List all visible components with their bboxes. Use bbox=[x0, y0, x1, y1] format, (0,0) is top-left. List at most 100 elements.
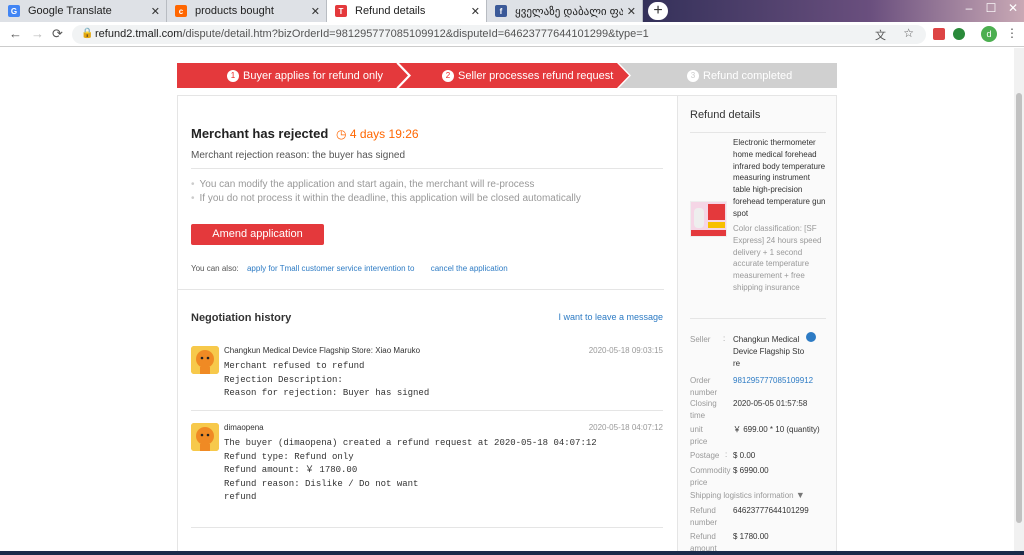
commodity-price-value: $ 6990.00 bbox=[733, 466, 769, 475]
history-entry: dimaopena 2020-05-18 04:07:12 The buyer … bbox=[191, 423, 663, 513]
avatar-eye bbox=[206, 356, 210, 360]
product-image-icon bbox=[691, 202, 726, 236]
message-line: The buyer (dimaopena) created a refund r… bbox=[224, 438, 597, 448]
tab-title: products bought bbox=[195, 5, 274, 17]
shipping-info-toggle[interactable]: Shipping logistics information ▼ bbox=[690, 490, 805, 500]
extension-icon[interactable] bbox=[953, 28, 965, 40]
negotiation-history-title: Negotiation history bbox=[191, 312, 292, 324]
customer-service-intervention-link[interactable]: apply for Tmall customer service interve… bbox=[247, 264, 414, 273]
unit-price-label: unit price bbox=[690, 425, 708, 446]
browser-tab-bar: G Google Translate ✕ c products bought ✕… bbox=[0, 0, 1024, 22]
order-number-value[interactable]: 981295777085109912 bbox=[733, 375, 823, 387]
step-label: Buyer applies for refund only bbox=[243, 69, 384, 82]
tip-text: If you do not process it within the dead… bbox=[199, 193, 581, 204]
history-message: The buyer (dimaopena) created a refund r… bbox=[224, 437, 597, 505]
page-scrollbar[interactable] bbox=[1014, 48, 1024, 555]
product-options: Color classification: [SF Express] 24 ho… bbox=[733, 224, 822, 292]
bullet-icon: • bbox=[191, 179, 195, 190]
url-text: refund2.tmall.com/dispute/detail.htm?biz… bbox=[95, 28, 649, 40]
postage-label: Postage bbox=[690, 451, 720, 460]
scrollbar-thumb[interactable] bbox=[1016, 93, 1022, 523]
also-label: You can also: bbox=[191, 264, 239, 273]
chat-bubble-icon[interactable] bbox=[806, 332, 816, 342]
close-tab-icon[interactable]: ✕ bbox=[151, 5, 160, 18]
seller-value[interactable]: Changkun Medical Device Flagship Sto re bbox=[733, 334, 808, 369]
profile-avatar[interactable]: d bbox=[981, 26, 997, 42]
tab-google-translate[interactable]: G Google Translate ✕ bbox=[0, 0, 167, 22]
thumbnail-footer bbox=[691, 230, 726, 236]
pdf-extension-icon[interactable] bbox=[933, 28, 945, 40]
message-line: refund bbox=[224, 492, 257, 502]
product-thumbnail[interactable] bbox=[690, 201, 727, 237]
shipping-info-label: Shipping logistics information bbox=[690, 491, 794, 500]
avatar-face bbox=[196, 427, 214, 445]
refund-progress-steps: 1 Buyer applies for refund only 2 Seller… bbox=[177, 63, 837, 88]
closing-time-label: Closing time bbox=[690, 399, 717, 420]
refund-number-value: 64623777644101299 bbox=[733, 506, 809, 515]
page-content: 1 Buyer applies for refund only 2 Seller… bbox=[0, 48, 1024, 555]
tab-title: Refund details bbox=[355, 5, 426, 17]
close-window-icon[interactable]: ✕ bbox=[1002, 0, 1024, 22]
tab-refund-details[interactable]: T Refund details ✕ bbox=[327, 0, 487, 22]
avatar-eye bbox=[200, 356, 204, 360]
product-name-link[interactable]: Electronic thermometer home medical fore… bbox=[733, 137, 826, 220]
new-tab-button[interactable]: + bbox=[648, 2, 668, 20]
thumbnail-product bbox=[694, 208, 704, 228]
close-tab-icon[interactable]: ✕ bbox=[311, 5, 320, 18]
tip-item: • If you do not process it within the dea… bbox=[191, 193, 581, 204]
tab-facebook[interactable]: f ყველაზე დაბალი ფასები, ფასდ ✕ bbox=[487, 0, 643, 22]
cartoon-avatar-icon bbox=[191, 423, 219, 451]
tab-products-bought[interactable]: c products bought ✕ bbox=[167, 0, 327, 22]
reload-icon[interactable]: ⟳ bbox=[52, 26, 63, 42]
url-field[interactable]: 🔒 refund2.tmall.com/dispute/detail.htm?b… bbox=[72, 25, 926, 44]
refund-details-panel: Refund details Electronic thermometer ho… bbox=[677, 95, 837, 555]
tab-title: Google Translate bbox=[28, 5, 112, 17]
back-arrow-icon[interactable]: ← bbox=[9, 26, 22, 41]
history-entry: Changkun Medical Device Flagship Store: … bbox=[191, 346, 663, 406]
google-translate-icon: G bbox=[8, 5, 20, 17]
separator: : bbox=[725, 450, 728, 459]
star-bookmark-icon[interactable]: ☆ bbox=[903, 26, 914, 40]
url-host: refund2.tmall.com bbox=[95, 28, 183, 40]
countdown-timer: ◷ 4 days 19:26 bbox=[336, 127, 419, 141]
step-label: Refund completed bbox=[703, 69, 793, 82]
avatar-eye bbox=[206, 433, 210, 437]
history-message: Merchant refused to refund Rejection Desc… bbox=[224, 360, 429, 401]
message-line: Merchant refused to refund bbox=[224, 361, 365, 371]
minimize-icon[interactable]: – bbox=[958, 0, 980, 22]
bullet-icon: • bbox=[191, 193, 195, 204]
avatar-eye bbox=[200, 433, 204, 437]
postage-value: $ 0.00 bbox=[733, 451, 756, 460]
history-timestamp: 2020-05-18 04:07:12 bbox=[588, 423, 663, 432]
message-line: Refund amount: ￥ 1780.00 bbox=[224, 465, 358, 475]
close-tab-icon[interactable]: ✕ bbox=[471, 5, 480, 18]
refund-number-label: Refund number bbox=[690, 506, 718, 527]
avatar-face bbox=[196, 350, 214, 368]
step-number: 3 bbox=[687, 69, 699, 82]
divider bbox=[191, 410, 663, 411]
lock-icon: 🔒 bbox=[81, 28, 94, 39]
maximize-icon[interactable]: ☐ bbox=[980, 0, 1002, 22]
menu-dots-icon[interactable]: ⋮ bbox=[1006, 26, 1018, 40]
tmall-icon: T bbox=[335, 5, 347, 17]
tip-text: You can modify the application and start… bbox=[199, 179, 535, 190]
close-tab-icon[interactable]: ✕ bbox=[627, 5, 636, 18]
rejection-reason: Merchant rejection reason: the buyer has… bbox=[191, 150, 406, 161]
url-path: /dispute/detail.htm?bizOrderId=981295777… bbox=[182, 28, 649, 40]
refund-details-title: Refund details bbox=[690, 109, 761, 121]
amend-application-button[interactable]: Amend application bbox=[191, 224, 324, 245]
divider bbox=[191, 168, 663, 169]
order-number-label: Order number bbox=[690, 376, 718, 397]
cancel-application-link[interactable]: cancel the application bbox=[431, 264, 508, 273]
separator: : bbox=[723, 334, 726, 343]
avatar bbox=[191, 346, 219, 374]
history-author: Changkun Medical Device Flagship Store: … bbox=[224, 346, 421, 355]
leave-message-link[interactable]: I want to leave a message bbox=[558, 312, 663, 322]
refund-amount-value: $ 1780.00 bbox=[733, 532, 769, 541]
status-title: Merchant has rejected bbox=[191, 126, 329, 141]
forward-arrow-icon[interactable]: → bbox=[31, 26, 44, 41]
avatar bbox=[191, 423, 219, 451]
translate-icon[interactable]: 文 bbox=[875, 27, 886, 43]
triangle-down-icon: ▼ bbox=[795, 490, 805, 500]
history-author: dimaopena bbox=[224, 423, 264, 432]
